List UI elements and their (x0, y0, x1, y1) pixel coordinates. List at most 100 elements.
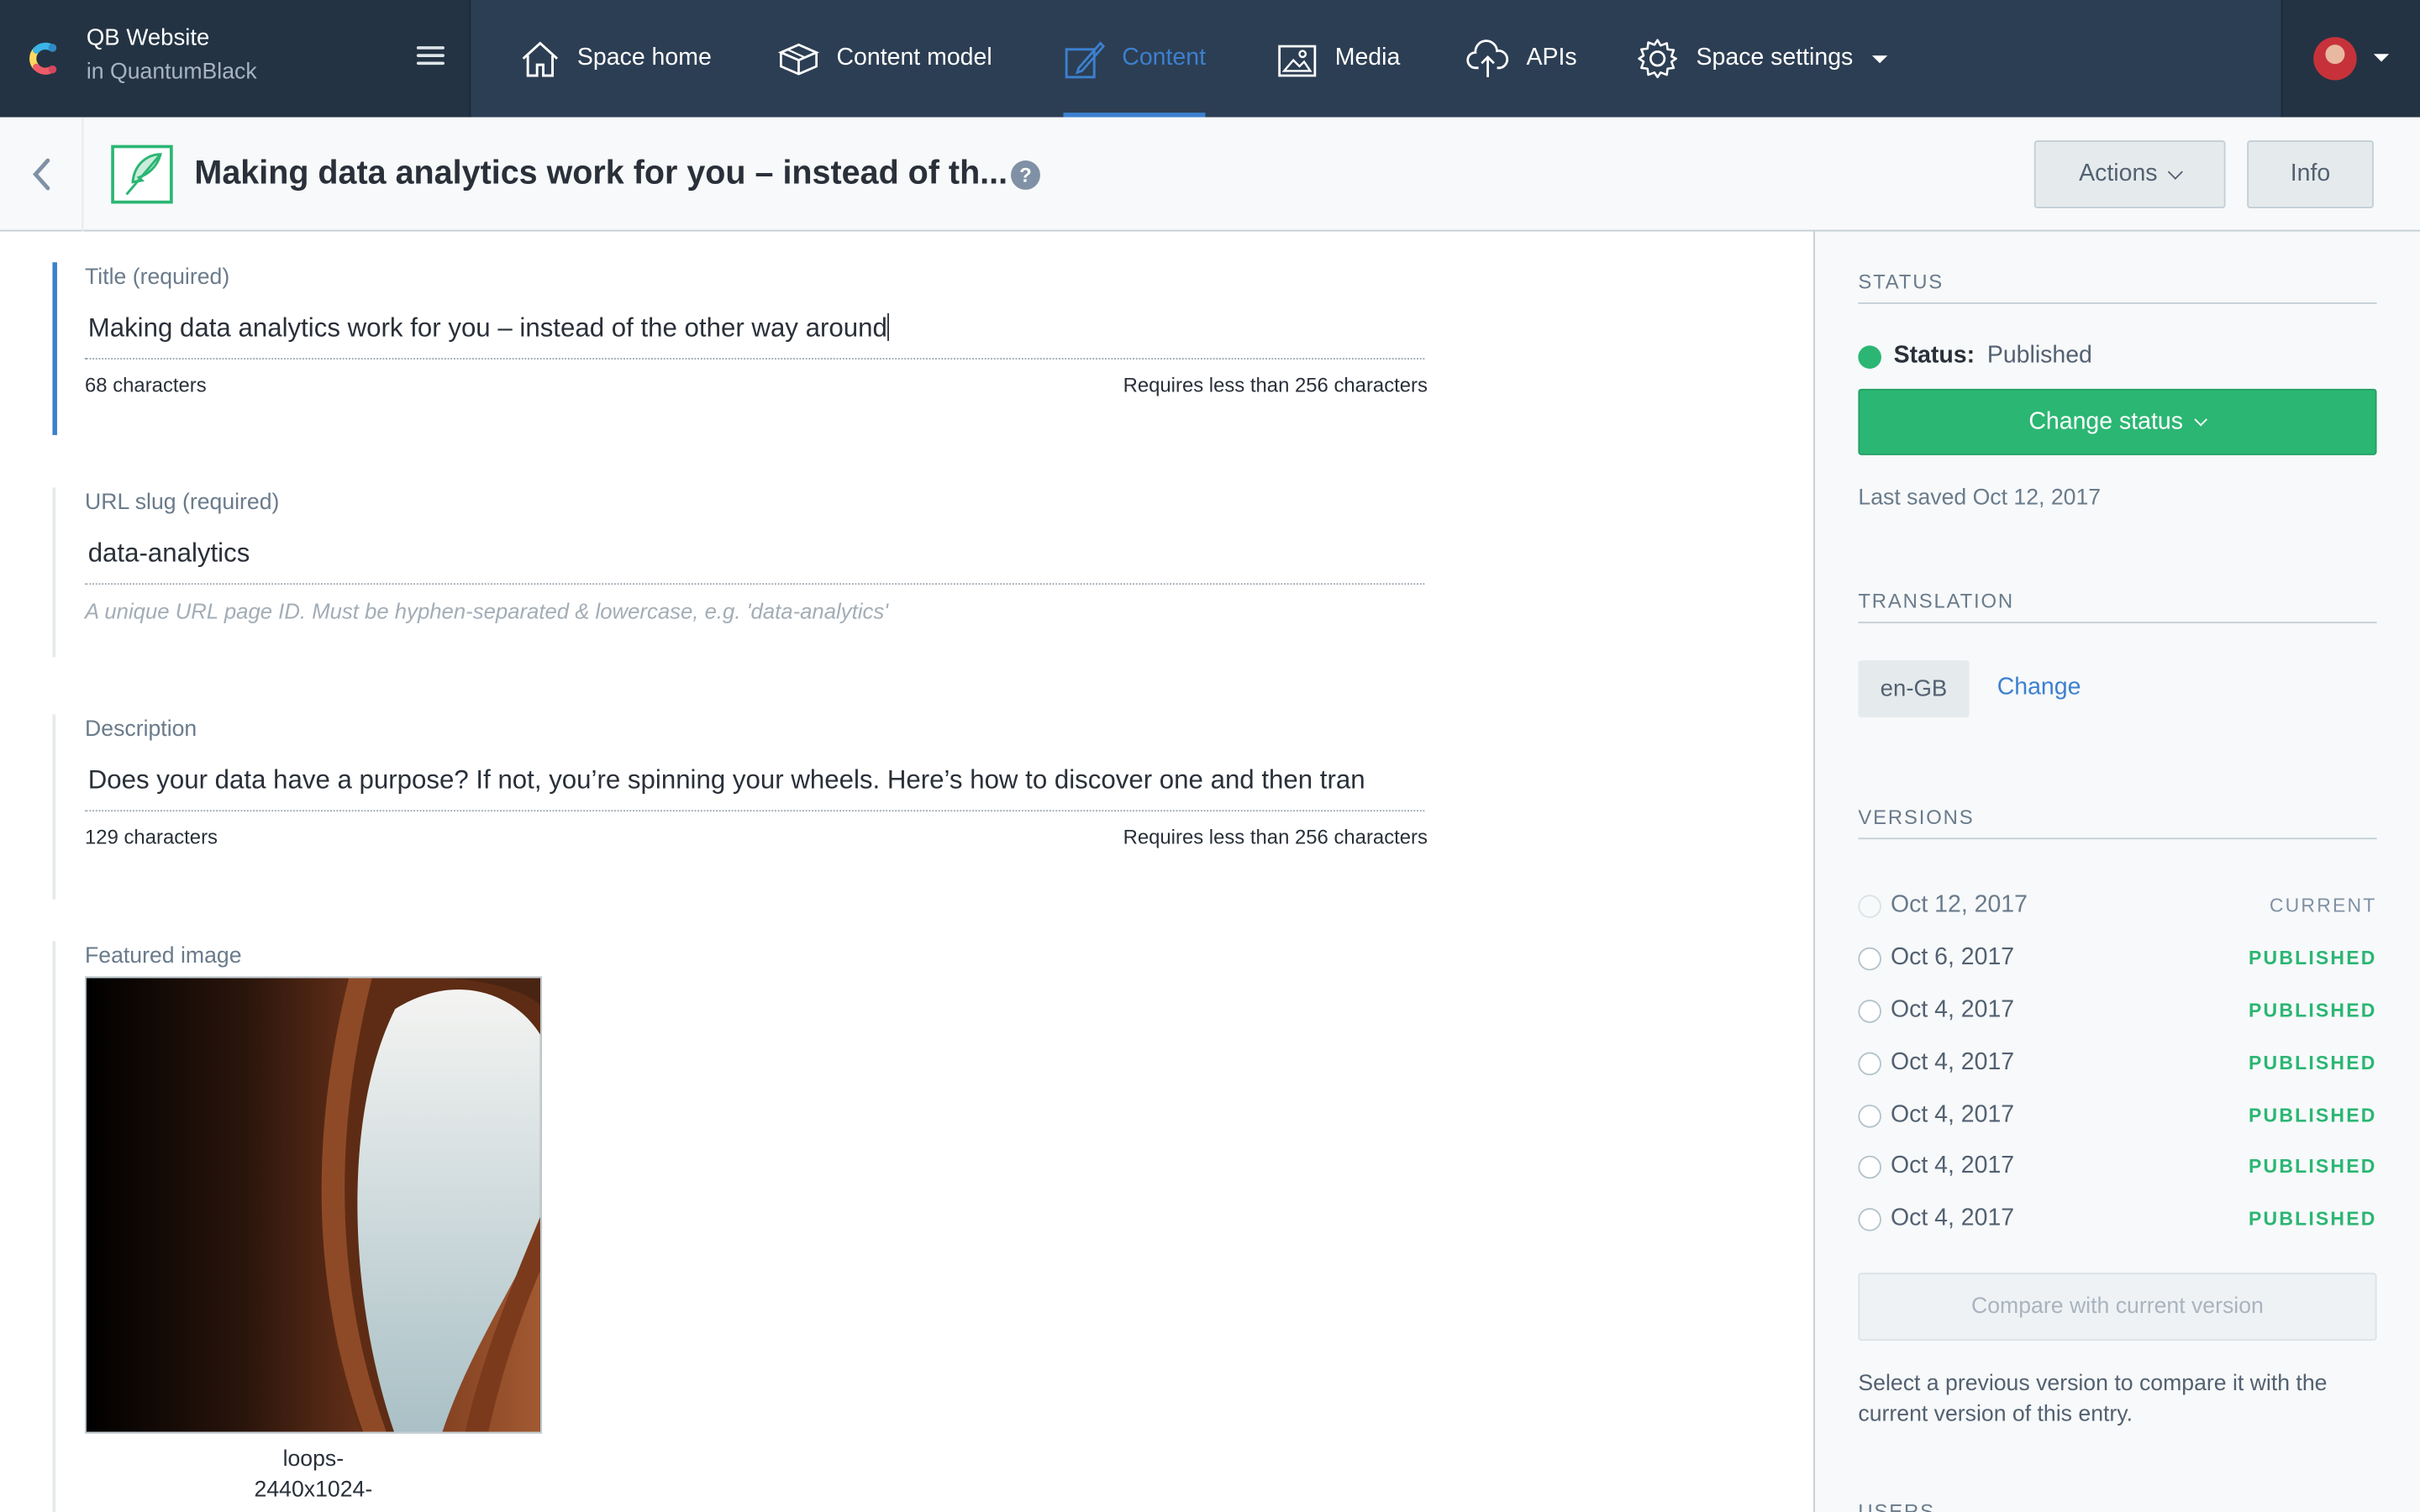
change-locale-link[interactable]: Change (1997, 675, 2081, 702)
version-row[interactable]: Oct 4, 2017 PUBLISHED (1858, 1204, 2376, 1235)
last-saved: Last saved Oct 12, 2017 (1858, 486, 2102, 511)
slug-field: URL slug (required) data-analytics A uni… (52, 487, 1441, 658)
nav-media[interactable]: Media (1276, 0, 1400, 118)
change-status-button[interactable]: Change status (1858, 388, 2377, 455)
contentful-logo-icon (29, 42, 57, 75)
slug-help-text: A unique URL page ID. Must be hyphen-sep… (85, 598, 889, 624)
entry-sidebar: STATUS Status: Published Change status L… (1813, 231, 2420, 1512)
feather-pen-icon (125, 153, 162, 196)
box-icon (777, 43, 820, 76)
description-field: Description Does your data have a purpos… (52, 714, 1441, 900)
version-radio[interactable] (1858, 1154, 1881, 1179)
nav-space-home[interactable]: Space home (520, 0, 712, 118)
chevron-down-icon (2167, 163, 2183, 179)
description-input[interactable]: Does your data have a purpose? If not, y… (85, 759, 1425, 812)
nav-label: Media (1334, 45, 1401, 71)
user-menu[interactable] (2281, 0, 2420, 118)
title-field-label: Title (required) (85, 265, 230, 291)
text-cursor (886, 312, 889, 341)
caption-line: 2440x1024- (254, 1478, 373, 1503)
gear-icon (1638, 39, 1677, 79)
back-button[interactable] (0, 117, 84, 232)
version-date: Oct 12, 2017 (1890, 891, 2028, 918)
nav-label: Space home (576, 45, 712, 71)
chevron-down-icon (2195, 412, 2208, 426)
nav-content[interactable]: Content (1063, 0, 1207, 118)
featured-image-label: Featured image (85, 944, 242, 969)
character-count: 129 characters (85, 825, 218, 849)
home-icon (522, 41, 559, 77)
character-count: 68 characters (85, 373, 207, 397)
entry-header: Making data analytics work for you – ins… (0, 117, 2420, 232)
nav-label: Space settings (1696, 45, 1854, 71)
locale-badge: en-GB (1858, 660, 1970, 718)
version-radio[interactable] (1858, 946, 1881, 970)
version-tag: PUBLISHED (2249, 947, 2377, 969)
chevron-down-icon (2373, 54, 2390, 62)
avatar (2313, 37, 2357, 81)
change-status-label: Change status (2028, 407, 2183, 435)
featured-image (86, 978, 540, 1432)
nav-content-model[interactable]: Content model (777, 0, 992, 118)
nav-apis[interactable]: APIs (1466, 0, 1577, 118)
version-row[interactable]: Oct 4, 2017 PUBLISHED (1858, 1047, 2376, 1079)
version-date: Oct 4, 2017 (1890, 1048, 2015, 1076)
entry-editor: Title (required) Making data analytics w… (0, 231, 1814, 1512)
cloud-upload-icon (1466, 39, 1509, 77)
version-date: Oct 4, 2017 (1890, 1205, 2015, 1231)
version-radio[interactable] (1858, 1051, 1881, 1075)
status-dot-icon (1858, 344, 1881, 369)
version-row[interactable]: Oct 6, 2017 PUBLISHED (1858, 942, 2376, 974)
version-tag: PUBLISHED (2249, 1000, 2377, 1021)
title-field: Title (required) Making data analytics w… (52, 262, 1441, 435)
edit-icon (1065, 40, 1106, 78)
title-field-meta: 68 characters Requires less than 256 cha… (85, 373, 1428, 396)
space-organization: in QuantumBlack (86, 60, 257, 86)
hamburger-menu-icon[interactable] (416, 46, 445, 68)
space-switcher[interactable]: QB Website in QuantumBlack (0, 0, 471, 118)
version-date: Oct 6, 2017 (1890, 944, 2015, 971)
compare-help-text: Select a previous version to compare it … (1858, 1371, 2328, 1427)
version-tag: PUBLISHED (2249, 1052, 2377, 1074)
version-row: Oct 12, 2017 CURRENT (1858, 890, 2376, 921)
version-tag: CURRENT (2269, 895, 2377, 916)
character-limit: Requires less than 256 characters (1123, 825, 1428, 849)
translation-heading: TRANSLATION (1858, 590, 2377, 624)
version-radio[interactable] (1858, 1207, 1881, 1231)
nav-label: Content model (836, 45, 992, 71)
entry-type-icon (111, 144, 173, 204)
info-button[interactable]: Info (2247, 140, 2374, 208)
title-input-value: Making data analytics work for you – ins… (87, 312, 887, 343)
version-radio[interactable] (1858, 999, 1881, 1022)
version-radio[interactable] (1858, 1104, 1881, 1127)
info-label: Info (2290, 160, 2331, 187)
version-row[interactable]: Oct 4, 2017 PUBLISHED (1858, 995, 2376, 1026)
actions-label: Actions (2079, 160, 2158, 187)
version-radio (1858, 894, 1881, 917)
character-limit: Requires less than 256 characters (1123, 373, 1428, 397)
slug-input[interactable]: data-analytics (85, 533, 1425, 585)
status-indicator: Status: Published (1858, 342, 2092, 370)
version-row[interactable]: Oct 4, 2017 PUBLISHED (1858, 1151, 2376, 1182)
title-input[interactable]: Making data analytics work for you – ins… (85, 307, 1425, 360)
space-name: QB Website (86, 24, 210, 51)
nav-space-settings[interactable]: Space settings (1636, 0, 1887, 118)
featured-image-field: Featured image loops- 2440x1024- (52, 941, 1441, 1512)
description-field-label: Description (85, 717, 197, 743)
featured-image-caption: loops- 2440x1024- (85, 1444, 542, 1505)
status-label: Status: (1893, 342, 1975, 369)
nav-label: APIs (1526, 45, 1577, 71)
help-icon[interactable]: ? (1011, 160, 1040, 190)
actions-button[interactable]: Actions (2033, 140, 2226, 208)
versions-heading: VERSIONS (1858, 806, 2377, 840)
image-icon (1278, 44, 1317, 76)
version-tag: PUBLISHED (2249, 1105, 2377, 1126)
status-value: Published (1986, 342, 2092, 369)
version-row[interactable]: Oct 4, 2017 PUBLISHED (1858, 1100, 2376, 1131)
compare-versions-button[interactable]: Compare with current version (1858, 1273, 2377, 1341)
chevron-down-icon (1871, 55, 1887, 63)
featured-image-thumbnail[interactable] (85, 976, 542, 1434)
top-navigation-bar: QB Website in QuantumBlack Space home Co… (0, 0, 2420, 118)
caption-line: loops- (282, 1446, 345, 1473)
version-date: Oct 4, 2017 (1890, 1101, 2015, 1128)
